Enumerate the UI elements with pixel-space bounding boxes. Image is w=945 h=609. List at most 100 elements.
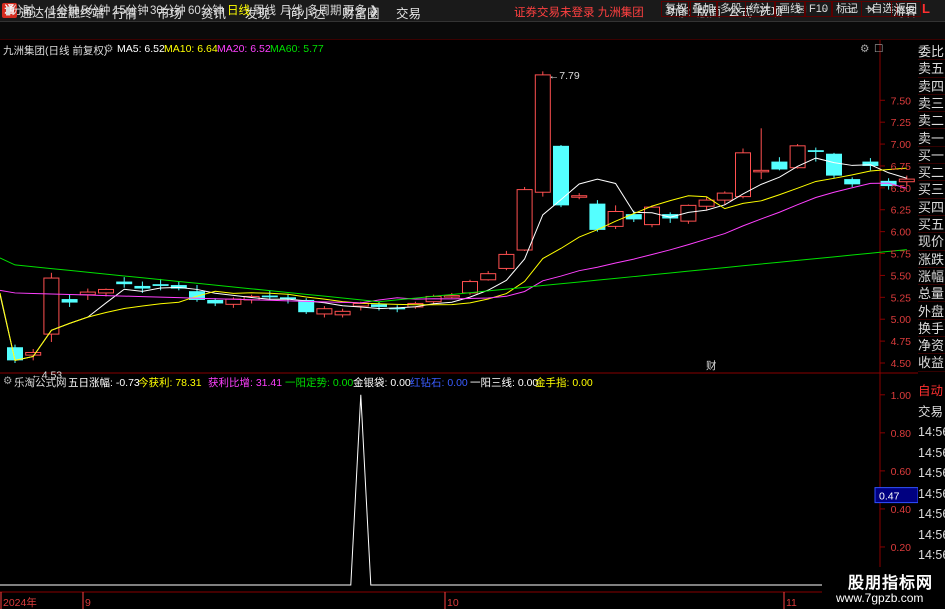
tab-15min[interactable]: 15分钟: [113, 2, 149, 18]
multi-stock-button[interactable]: 多股: [716, 1, 746, 17]
finance-marker: 财: [706, 359, 717, 372]
candle-body-down: [807, 150, 824, 152]
candle-body-down: [771, 161, 788, 170]
stock-title[interactable]: 九洲集团(日线 前复权): [3, 43, 107, 58]
chart-close-icon[interactable]: ☐: [874, 43, 883, 55]
candle-body-up: [443, 295, 460, 298]
candle-body-up: [716, 192, 733, 201]
tick-time-label: 14:56: [918, 527, 945, 542]
indicator-settings-icon: ⚙: [3, 375, 13, 387]
quote-label: 卖五: [918, 61, 945, 78]
ma5-value: MA5: 6.52: [117, 43, 165, 55]
mode-letter: L: [922, 1, 930, 16]
menu-trade[interactable]: 交易: [396, 3, 421, 22]
tab-5min[interactable]: 5分钟: [81, 2, 110, 18]
quote-label: 卖一: [918, 130, 945, 147]
price-tick-label: 6.50: [891, 183, 912, 195]
quote-label: 买一: [918, 147, 945, 165]
date-axis-label: 9: [85, 597, 91, 609]
price-tick-label: 6.25: [891, 205, 912, 217]
price-tick-label: 4.50: [891, 358, 912, 370]
candle-body-up: [735, 152, 751, 198]
candle-body-up: [534, 74, 551, 193]
quote-label: 换手: [918, 320, 945, 338]
candle-body-up: [898, 178, 915, 183]
tab-intraday[interactable]: ▮分时: [5, 2, 34, 18]
date-axis-label: 11: [786, 597, 797, 609]
ma10-value: MA10: 6.64: [164, 43, 218, 55]
indicator-tick-label: 0.40: [891, 504, 912, 516]
ma60-value: MA60: 5.77: [270, 43, 324, 55]
candle-body-down: [625, 214, 642, 220]
quote-label: 卖二: [918, 113, 945, 130]
quote-label: 总量: [918, 286, 945, 303]
indicator-tick-label: 0.60: [891, 466, 912, 478]
tab-more[interactable]: 更多 ❯: [343, 2, 379, 18]
ma60-line: [0, 249, 907, 303]
date-axis-label: 10: [447, 597, 459, 609]
candle-body-down: [826, 153, 842, 176]
candle-body-up: [753, 169, 770, 173]
ma10-line: [0, 167, 907, 361]
quote-label: 买二: [918, 165, 945, 182]
price-tick-label: 7.50: [891, 95, 912, 107]
tab-weekly[interactable]: 周线: [253, 2, 276, 18]
tab-multi-period[interactable]: 多周期: [307, 2, 342, 18]
tab-1min[interactable]: 1分钟: [50, 2, 79, 18]
tick-time-label: 14:56: [918, 466, 945, 480]
indicator-value-7: 一阳三线: 0.00: [470, 377, 539, 389]
candle-body-up: [334, 310, 351, 316]
candle-body-down: [371, 304, 387, 307]
indicator-name[interactable]: 乐淘公式网: [14, 375, 67, 390]
quote-label: 现价: [918, 234, 945, 251]
candle-body-down: [589, 203, 606, 230]
tick-time-label: 14:56: [918, 486, 945, 501]
candle-body-up: [480, 273, 497, 281]
mark-button[interactable]: 标记: [832, 1, 862, 17]
quote-label: 净资: [918, 338, 945, 355]
candle-body-up: [352, 302, 369, 307]
tab-monthly[interactable]: 月线: [280, 2, 303, 18]
back-button[interactable]: 返回: [891, 1, 921, 17]
draw-line-button[interactable]: 画线: [775, 1, 805, 17]
overlay-button[interactable]: 叠加: [688, 1, 718, 17]
indicator-value-4: 一阳定势: 0.00: [285, 377, 354, 389]
quote-label: 买三: [918, 182, 945, 199]
candle-body-down: [134, 285, 151, 289]
tab-daily[interactable]: 日线: [227, 2, 250, 18]
price-tick-label: 5.50: [891, 270, 912, 282]
watermark-url: www.7gpzb.com: [836, 591, 924, 605]
candle-body-down: [844, 179, 861, 185]
tab-30min[interactable]: 30分钟: [150, 2, 186, 18]
indicator-value-2: 今获利: 78.31: [138, 377, 202, 389]
quote-label: 买五: [918, 217, 945, 234]
high-price-label: ←7.79: [549, 70, 580, 82]
candle-body-up: [516, 189, 533, 251]
candle-body-up: [79, 291, 96, 296]
chart-settings-icon[interactable]: ⚙: [860, 43, 869, 55]
tick-time-label: 14:56: [918, 548, 945, 562]
candle-body-up: [462, 281, 478, 294]
kline-chart[interactable]: 7.50 7.25 7.00 6.75 6.50 6.25 6.00 5.75 5.50 5.25…: [0, 40, 918, 609]
candle-body-up: [498, 253, 515, 269]
login-notice[interactable]: 证券交易未登录 九洲集团: [514, 4, 644, 20]
indicator-value-6: 红钻石: 0.00: [410, 377, 468, 389]
tick-time-label: 14:56: [918, 507, 945, 521]
quote-label: 涨幅: [918, 268, 945, 286]
watermark-title: 股朋指标网: [848, 575, 934, 592]
price-tick-label: 7.00: [891, 139, 912, 151]
indicator-value-5: 金银袋: 0.00: [353, 377, 411, 389]
candle-body-up: [43, 277, 60, 335]
statistics-button[interactable]: 统计: [745, 1, 775, 17]
indicator-tick-label: 1.00: [891, 390, 912, 402]
date-axis-label: 2024年: [3, 596, 37, 609]
settings-gear-icon[interactable]: ⚙: [104, 43, 113, 55]
adjust-button[interactable]: 复权: [661, 1, 691, 17]
candle-body-up: [680, 204, 697, 222]
tick-time-label: 14:56: [918, 425, 945, 439]
candle-body-up: [571, 195, 588, 198]
f10-button[interactable]: F10: [805, 1, 832, 17]
tick-time-label: 14:56: [918, 445, 945, 460]
quote-label: 收益: [918, 355, 945, 372]
tab-60min[interactable]: 60分钟: [188, 2, 224, 18]
